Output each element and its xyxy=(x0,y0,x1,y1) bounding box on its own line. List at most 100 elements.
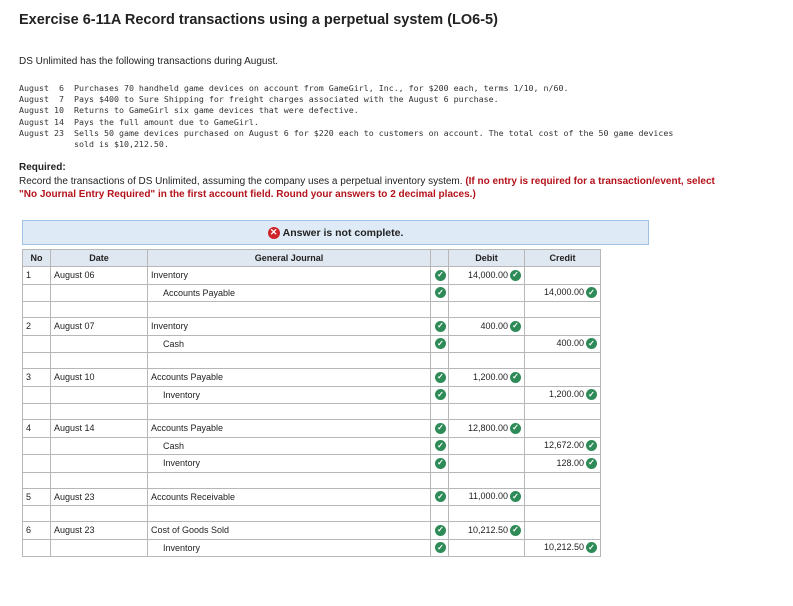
transaction-item: August 6 Purchases 70 handheld game devic… xyxy=(19,83,764,94)
debit-field[interactable] xyxy=(448,385,525,404)
check-circle-icon: ✓ xyxy=(586,338,597,350)
credit-field[interactable]: 10,212.50 ✓ xyxy=(524,538,601,557)
debit-value: 10,212.50 xyxy=(467,524,508,535)
account-field[interactable]: Accounts Receivable xyxy=(147,487,431,506)
required-instruction: Record the transactions of DS Unlimited,… xyxy=(19,176,463,187)
debit-field[interactable] xyxy=(448,334,525,353)
x-circle-icon: ✕ xyxy=(267,226,280,239)
required-label: Required: xyxy=(19,162,66,173)
transaction-desc: Sells 50 game devices purchased on Augus… xyxy=(74,127,674,150)
entry-number: 3 xyxy=(22,368,51,387)
credit-field[interactable]: 12,672.00 ✓ xyxy=(524,436,601,455)
table-header-row: No Date General Journal Debit Credit xyxy=(22,249,601,267)
entry-date[interactable] xyxy=(50,283,148,302)
account-check: ✓ xyxy=(430,454,449,473)
entry-date[interactable]: August 14 xyxy=(50,419,148,438)
debit-field[interactable]: 1,200.00 ✓ xyxy=(448,368,525,387)
transaction-date: August 10 xyxy=(19,105,64,116)
journal-row: 6 August 23 Cost of Goods Sold ✓ 10,212.50 ✓ xyxy=(22,521,601,540)
spacer-cell xyxy=(448,301,525,318)
credit-field[interactable]: 400.00 ✓ xyxy=(524,334,601,353)
debit-field[interactable] xyxy=(448,454,525,473)
credit-field[interactable]: 14,000.00 ✓ xyxy=(524,283,601,302)
debit-field[interactable] xyxy=(448,538,525,557)
spacer-cell xyxy=(50,403,148,420)
spacer-cell xyxy=(524,505,601,522)
credit-field[interactable] xyxy=(524,266,601,285)
entry-date[interactable] xyxy=(50,385,148,404)
transaction-item: August 14 Pays the full amount due to Gam… xyxy=(19,117,764,128)
entry-number-text: 4 xyxy=(26,423,32,434)
journal-row: Inventory ✓ 1,200.00 ✓ xyxy=(22,385,601,404)
account-field[interactable]: Inventory xyxy=(147,385,431,404)
debit-field[interactable] xyxy=(448,436,525,455)
spacer-cell xyxy=(448,472,525,488)
debit-field[interactable] xyxy=(448,283,525,302)
entry-date[interactable]: August 10 xyxy=(50,368,148,387)
debit-value: 11,000.00 xyxy=(468,491,508,502)
entry-number xyxy=(22,436,51,455)
account-name: Cost of Goods Sold xyxy=(151,525,230,536)
check-circle-icon: ✓ xyxy=(435,389,446,401)
spacer-cell xyxy=(22,301,51,318)
spacer-cell xyxy=(147,301,431,318)
credit-value: 12,672.00 xyxy=(543,440,584,451)
spacer-cell xyxy=(430,403,449,420)
account-field[interactable]: Cash xyxy=(147,334,431,353)
entry-date[interactable]: August 23 xyxy=(50,521,148,540)
check-circle-icon: ✓ xyxy=(435,287,446,299)
account-field[interactable]: Cash xyxy=(147,436,431,455)
credit-value: 1,200.00 xyxy=(548,389,584,400)
credit-value: 10,212.50 xyxy=(543,542,584,553)
credit-field[interactable]: 128.00 ✓ xyxy=(524,454,601,473)
debit-field[interactable]: 10,212.50 ✓ xyxy=(448,521,525,540)
account-name: Cash xyxy=(163,440,185,451)
account-field[interactable]: Accounts Payable xyxy=(147,368,431,387)
transaction-date: August 23 xyxy=(19,127,64,138)
entry-date[interactable] xyxy=(50,436,148,455)
account-field[interactable]: Inventory xyxy=(147,317,431,336)
entry-date[interactable]: August 06 xyxy=(50,266,148,285)
account-field[interactable]: Inventory xyxy=(147,266,431,285)
journal-spacer-row xyxy=(22,352,601,369)
entry-date[interactable] xyxy=(50,538,148,557)
entry-date[interactable] xyxy=(50,334,148,353)
header-date: Date xyxy=(50,249,148,267)
spacer-cell xyxy=(147,403,431,420)
check-circle-icon: ✓ xyxy=(435,542,446,554)
entry-number-text: 5 xyxy=(26,491,32,502)
debit-field[interactable]: 14,000.00 ✓ xyxy=(448,266,525,285)
journal-row: Cash ✓ 12,672.00 ✓ xyxy=(22,436,601,455)
answer-status-banner: ✕ Answer is not complete. xyxy=(22,220,649,245)
intro-text: DS Unlimited has the following transacti… xyxy=(19,56,279,67)
required-text: Record the transactions of DS Unlimited,… xyxy=(19,175,719,201)
check-circle-icon: ✓ xyxy=(435,457,446,469)
account-field[interactable]: Accounts Payable xyxy=(147,419,431,438)
debit-field[interactable]: 400.00 ✓ xyxy=(448,317,525,336)
credit-field[interactable] xyxy=(524,419,601,438)
account-field[interactable]: Cost of Goods Sold xyxy=(147,521,431,540)
credit-field[interactable] xyxy=(524,521,601,540)
entry-number-text: 1 xyxy=(26,270,32,281)
account-field[interactable]: Accounts Payable xyxy=(147,283,431,302)
debit-field[interactable]: 11,000.00 ✓ xyxy=(448,487,525,506)
account-field[interactable]: Inventory xyxy=(147,454,431,473)
spacer-cell xyxy=(50,352,148,369)
debit-field[interactable]: 12,800.00 ✓ xyxy=(448,419,525,438)
account-field[interactable]: Inventory xyxy=(147,538,431,557)
entry-date[interactable]: August 07 xyxy=(50,317,148,336)
entry-date[interactable]: August 23 xyxy=(50,487,148,506)
credit-field[interactable] xyxy=(524,487,601,506)
credit-field[interactable] xyxy=(524,368,601,387)
account-check: ✓ xyxy=(430,436,449,455)
entry-number xyxy=(22,283,51,302)
credit-field[interactable] xyxy=(524,317,601,336)
entry-date[interactable] xyxy=(50,454,148,473)
credit-value: 14,000.00 xyxy=(543,287,584,298)
check-circle-icon: ✓ xyxy=(435,320,446,332)
spacer-cell xyxy=(22,505,51,522)
spacer-cell xyxy=(430,505,449,522)
credit-field[interactable]: 1,200.00 ✓ xyxy=(524,385,601,404)
account-check: ✓ xyxy=(430,334,449,353)
check-circle-icon: ✓ xyxy=(510,371,521,383)
